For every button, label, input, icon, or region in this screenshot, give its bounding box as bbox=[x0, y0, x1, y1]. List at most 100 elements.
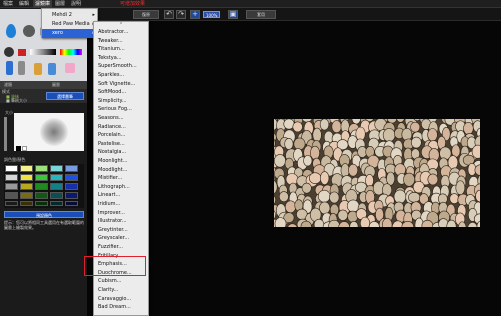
menu-item-softmood[interactable]: SoftMood... bbox=[94, 88, 148, 97]
marker-icon[interactable] bbox=[48, 63, 56, 75]
mode-option-brush-size[interactable]: ■ 筆刷大小 bbox=[6, 98, 27, 103]
menu-item-tweaker[interactable]: Tweaker... bbox=[94, 37, 148, 46]
palette-swatch[interactable] bbox=[65, 201, 78, 206]
rotate-left-icon[interactable]: ↶ bbox=[164, 10, 174, 19]
grey-gradient-swatch[interactable] bbox=[30, 49, 56, 55]
hue-gradient-swatch[interactable] bbox=[60, 49, 82, 55]
color-target-icon[interactable] bbox=[4, 47, 14, 57]
crayon-icon[interactable] bbox=[34, 63, 42, 75]
choose-brush-button[interactable]: 選擇畫筆 bbox=[46, 92, 84, 100]
palette-swatch[interactable] bbox=[65, 165, 78, 172]
image-canvas[interactable] bbox=[274, 119, 480, 227]
palette-swatch[interactable] bbox=[50, 201, 63, 206]
palette-swatch[interactable] bbox=[65, 192, 78, 199]
palette-swatch[interactable] bbox=[50, 192, 63, 199]
menu-item-titanium[interactable]: Titanium... bbox=[94, 45, 148, 54]
menu-item-mehdi[interactable]: Mehdi 2 ▸ bbox=[42, 11, 97, 20]
color-bar[interactable] bbox=[4, 47, 84, 57]
menu-item-moodlight[interactable]: Moodlight... bbox=[94, 166, 148, 175]
panel-tabs: 濾鏡 圖層 bbox=[0, 81, 87, 89]
palette-swatch[interactable] bbox=[5, 183, 18, 190]
menu-bar: 檔案 編輯 濾鏡庫 圖層 說明 可增加效果 bbox=[0, 0, 501, 8]
palette-swatch[interactable] bbox=[20, 174, 33, 181]
menu-item-radiance[interactable]: Radiance... bbox=[94, 123, 148, 132]
palette-swatch[interactable] bbox=[65, 183, 78, 190]
menu-item-porcelain[interactable]: Porcelain... bbox=[94, 131, 148, 140]
palette-swatch[interactable] bbox=[35, 201, 48, 206]
blur-tool-icon[interactable] bbox=[23, 25, 35, 37]
palette-swatch[interactable] bbox=[5, 201, 18, 206]
menu-item-iridium[interactable]: Iridium... bbox=[94, 200, 148, 209]
palette-swatch[interactable] bbox=[5, 165, 18, 172]
fit-view-icon[interactable]: ▣ bbox=[228, 10, 238, 19]
menu-item-clarity[interactable]: Clarity... bbox=[94, 286, 148, 295]
palette-swatch[interactable] bbox=[20, 165, 33, 172]
palette-swatch[interactable] bbox=[20, 183, 33, 190]
menu-item-supersmooth[interactable]: SuperSmooth... bbox=[94, 62, 148, 71]
menu-filters[interactable]: 濾鏡庫 bbox=[33, 0, 53, 8]
palette-swatch[interactable] bbox=[35, 192, 48, 199]
menu-item-soft-vignette[interactable]: Soft Vignette... bbox=[94, 80, 148, 89]
menu-item-seasons[interactable]: Seasons... bbox=[94, 114, 148, 123]
menu-item-greytinter[interactable]: Greytinter... bbox=[94, 226, 148, 235]
filter-vendor-menu: Mehdi 2 ▸ Red Paw Media ▸ xero ▸ bbox=[41, 8, 98, 38]
menu-item-abstractor[interactable]: Abstractor... bbox=[94, 28, 148, 37]
menu-item-mistifier[interactable]: Mistifier... bbox=[94, 174, 148, 183]
palette-swatch[interactable] bbox=[65, 174, 78, 181]
palette-swatch[interactable] bbox=[50, 183, 63, 190]
blue-brush-icon[interactable] bbox=[6, 61, 13, 75]
water-drop-icon[interactable] bbox=[6, 24, 16, 38]
egg-texture-image bbox=[274, 119, 480, 227]
menu-item-pastelise[interactable]: Pastelise... bbox=[94, 140, 148, 149]
menu-item-cubism[interactable]: Cubism... bbox=[94, 277, 148, 286]
palette-swatch[interactable] bbox=[35, 183, 48, 190]
menu-help[interactable]: 說明 bbox=[69, 0, 83, 8]
highlight-callout bbox=[84, 256, 146, 276]
zoom-in-icon[interactable]: + bbox=[190, 10, 200, 19]
menu-item-illustrator[interactable]: Illustrator... bbox=[94, 217, 148, 226]
menu-item-simplicity[interactable]: Simplicity... bbox=[94, 97, 148, 106]
palette-swatch[interactable] bbox=[20, 201, 33, 206]
menu-item-moonlight[interactable]: Moonlight... bbox=[94, 157, 148, 166]
pencil-icon[interactable] bbox=[18, 61, 25, 75]
palette-swatch[interactable] bbox=[20, 192, 33, 199]
menu-item-nostalgia[interactable]: Nostalgia... bbox=[94, 148, 148, 157]
white-swatch[interactable] bbox=[22, 146, 27, 151]
default-color-button[interactable]: 預設顏色 bbox=[4, 211, 84, 218]
menu-item-improver[interactable]: Improver... bbox=[94, 209, 148, 218]
rotate-right-icon[interactable]: ↷ bbox=[176, 10, 186, 19]
menu-item-sparkles[interactable]: Sparkles... bbox=[94, 71, 148, 80]
menu-item-red-paw-media[interactable]: Red Paw Media ▸ bbox=[42, 20, 97, 29]
undo-button[interactable]: 復原 bbox=[133, 10, 159, 19]
menu-item-lithograph[interactable]: Lithograph... bbox=[94, 183, 148, 192]
menu-item-fuzzifier[interactable]: Fuzzifier... bbox=[94, 243, 148, 252]
mode-section: 模式 ■ 塗抹 ■ 筆刷大小 選擇畫筆 bbox=[0, 89, 87, 103]
size-slider[interactable] bbox=[4, 117, 7, 151]
menu-item-xero[interactable]: xero ▸ bbox=[42, 29, 97, 38]
menu-file[interactable]: 檔案 bbox=[1, 0, 15, 8]
menu-item-caravaggio[interactable]: Caravaggio... bbox=[94, 295, 148, 304]
menu-layers[interactable]: 圖層 bbox=[53, 0, 67, 8]
pink-eraser-icon[interactable] bbox=[65, 63, 75, 73]
color-palette bbox=[4, 164, 84, 208]
menu-item-bad-dream[interactable]: Bad Dream... bbox=[94, 303, 148, 312]
palette-swatch[interactable] bbox=[5, 174, 18, 181]
palette-swatch[interactable] bbox=[35, 165, 48, 172]
palette-swatch[interactable] bbox=[50, 174, 63, 181]
menu-edit[interactable]: 編輯 bbox=[17, 0, 31, 8]
menu-item-lineart[interactable]: Lineart... bbox=[94, 191, 148, 200]
palette-swatch[interactable] bbox=[5, 192, 18, 199]
black-swatch[interactable] bbox=[16, 146, 21, 151]
tab-filter[interactable]: 濾鏡 bbox=[4, 82, 12, 87]
menu-item-tekstya[interactable]: Tekstya... bbox=[94, 54, 148, 63]
apply-button[interactable]: 套用 bbox=[246, 10, 276, 19]
menu-item-greyscaler[interactable]: Greyscaler... bbox=[94, 234, 148, 243]
menu-item-serious-fog[interactable]: Serious Fog... bbox=[94, 105, 148, 114]
zoom-level-a[interactable]: 100% bbox=[203, 11, 221, 18]
palette-swatch[interactable] bbox=[50, 165, 63, 172]
red-swatch[interactable] bbox=[18, 49, 26, 56]
tab-layer[interactable]: 圖層 bbox=[52, 82, 60, 87]
size-label: 大小 bbox=[5, 110, 13, 115]
palette-swatch[interactable] bbox=[35, 174, 48, 181]
menu-item-label: Red Paw Media bbox=[52, 21, 90, 27]
